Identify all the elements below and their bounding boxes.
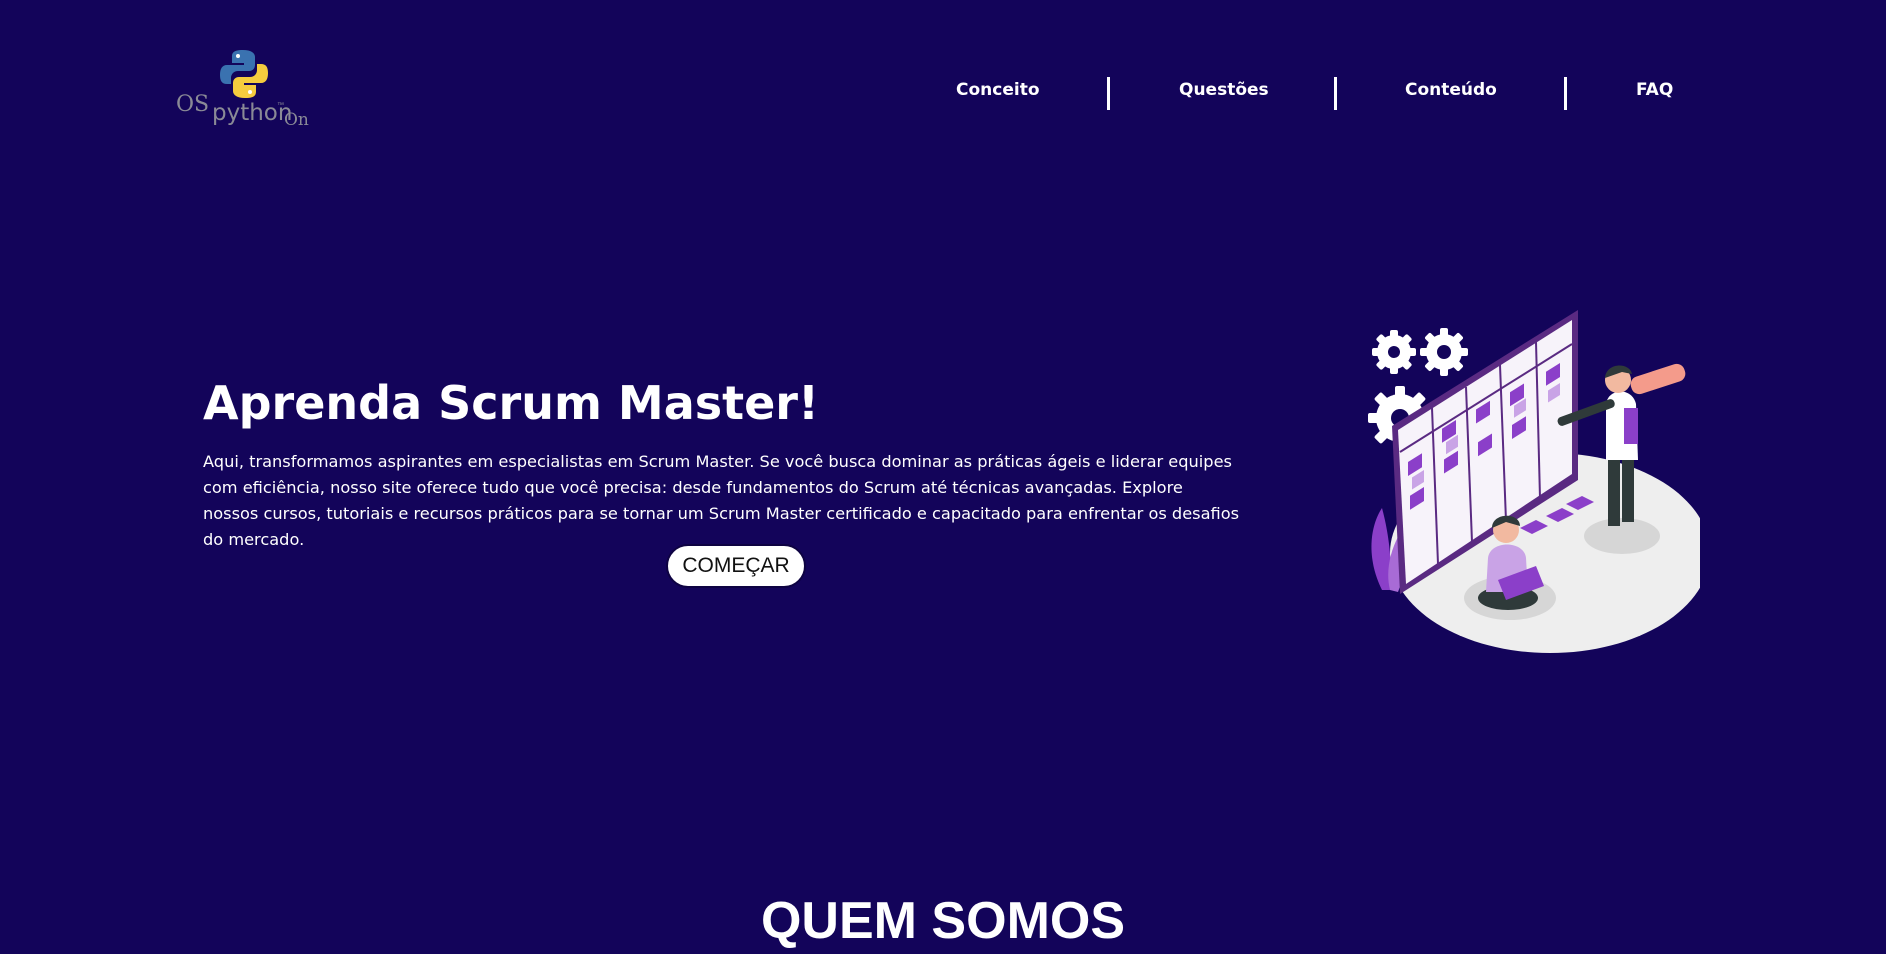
main-nav: Conceito Questões Conteúdo FAQ: [0, 70, 1886, 114]
nav-divider: [1334, 77, 1337, 110]
nav-link-conteudo[interactable]: Conteúdo: [1405, 80, 1497, 100]
nav-link-questoes[interactable]: Questões: [1179, 80, 1269, 100]
about-title: QUEM SOMOS: [760, 892, 1126, 950]
start-button[interactable]: COMEÇAR: [666, 544, 806, 588]
hero-description: Aqui, transformamos aspirantes em especi…: [203, 452, 1240, 549]
nav-link-faq[interactable]: FAQ: [1636, 80, 1673, 100]
scrum-board-illustration: [1360, 308, 1710, 658]
hero-title: Aprenda Scrum Master!: [203, 376, 819, 430]
nav-link-conceito[interactable]: Conceito: [956, 80, 1040, 100]
nav-divider: [1107, 77, 1110, 110]
nav-divider: [1564, 77, 1567, 110]
